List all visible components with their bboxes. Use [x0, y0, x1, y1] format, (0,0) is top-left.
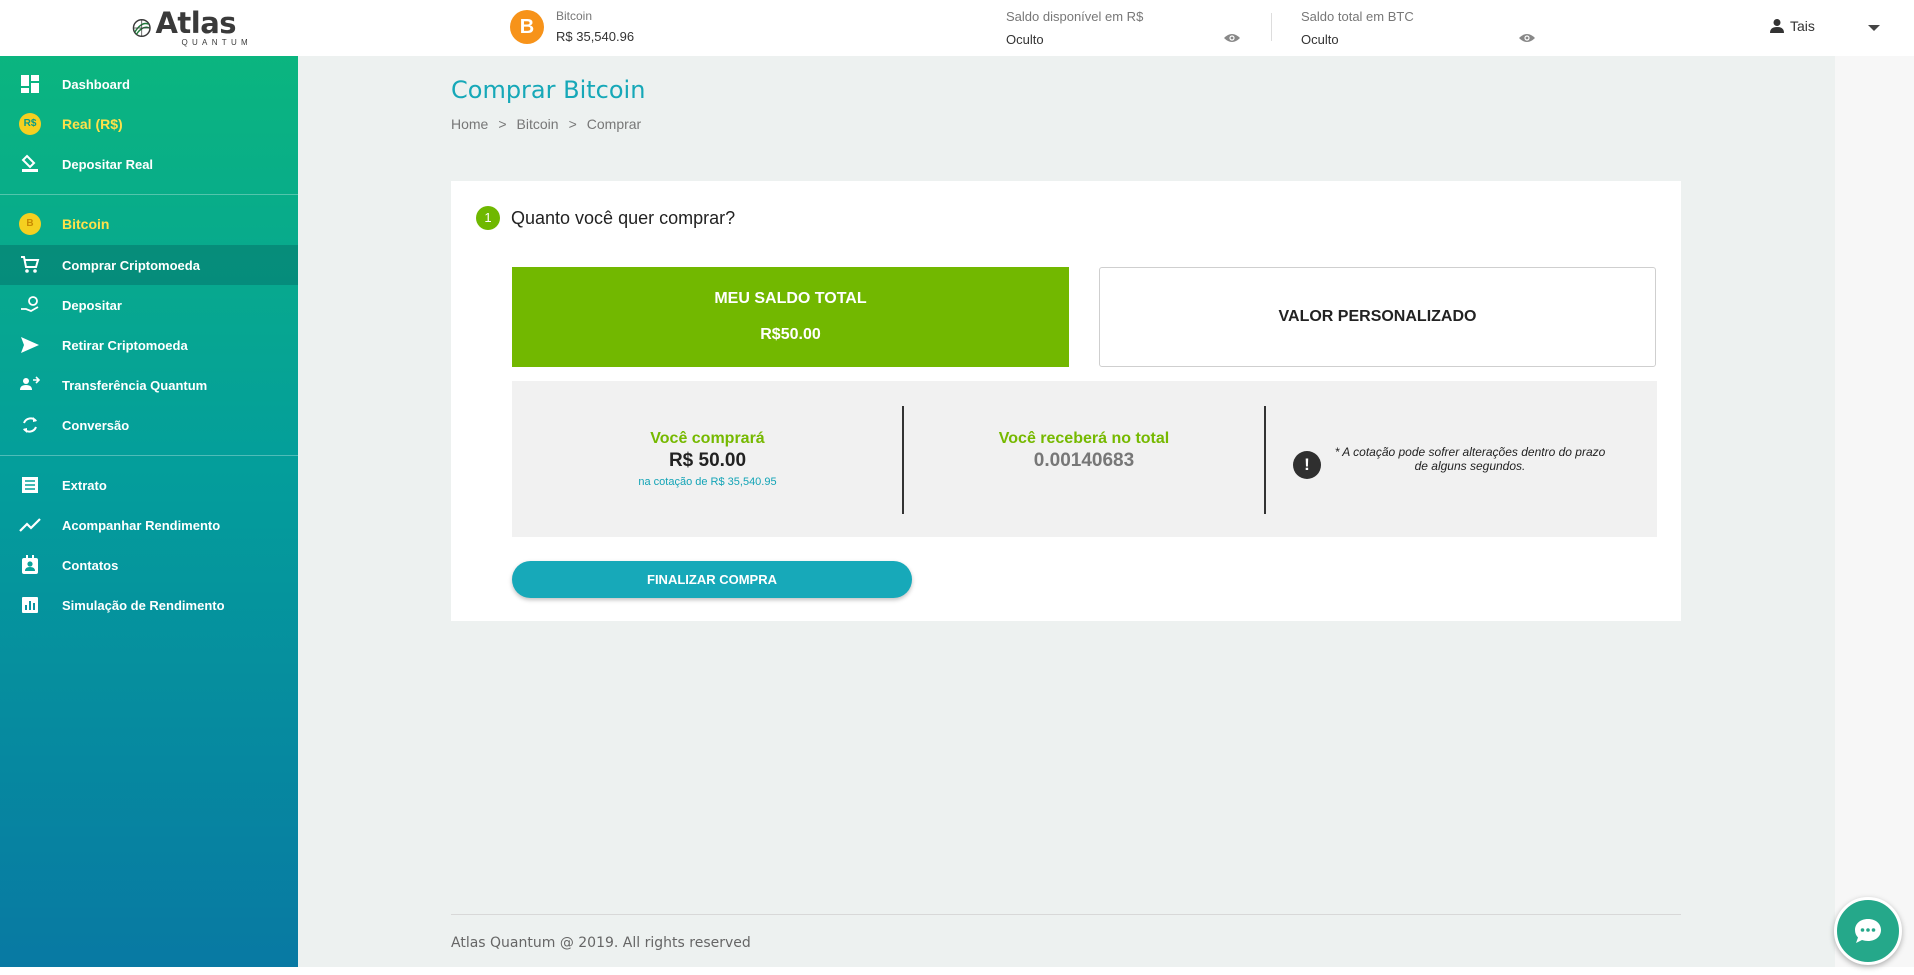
sidebar-item-label: Retirar Criptomoeda	[62, 337, 188, 353]
header-divider	[1271, 13, 1272, 41]
sidebar-item-contatos[interactable]: Contatos	[0, 545, 298, 585]
sidebar-item-label: Extrato	[62, 477, 107, 493]
sidebar-item-label: Real (R$)	[62, 116, 123, 132]
sidebar-item-bitcoin[interactable]: B Bitcoin	[0, 204, 298, 244]
sidebar-item-dashboard[interactable]: Dashboard	[0, 64, 298, 104]
receive-amount-title: Você receberá no total	[998, 430, 1170, 447]
custom-value-title: VALOR PERSONALIZADO	[1278, 308, 1477, 325]
sidebar-item-extrato[interactable]: Extrato	[0, 465, 298, 505]
sidebar-item-acompanhar-rendimento[interactable]: Acompanhar Rendimento	[0, 505, 298, 545]
logo-title: Atlas	[155, 6, 237, 40]
coin-name: Bitcoin	[556, 9, 593, 23]
contacts-icon	[19, 554, 41, 576]
transfer-icon	[19, 374, 41, 396]
sidebar-item-comprar-criptomoeda[interactable]: Comprar Criptomoeda	[0, 245, 298, 285]
atlas-logo[interactable]: Atlas QUANTUM	[132, 6, 252, 50]
quote-disclaimer: * A cotação pode sofrer alterações dentr…	[1334, 445, 1606, 473]
buy-amount-value: R$ 50.00	[668, 450, 747, 471]
sidebar-item-depositar-real[interactable]: Depositar Real	[0, 144, 298, 184]
user-name: Tais	[1790, 18, 1815, 34]
step-number-badge: 1	[476, 206, 500, 230]
statement-icon	[19, 474, 41, 496]
sidebar-item-label: Dashboard	[62, 76, 130, 92]
dashboard-icon	[19, 73, 41, 95]
bitcoin-coin-icon: B	[19, 213, 41, 235]
finalize-purchase-button[interactable]: FINALIZAR COMPRA	[512, 561, 912, 598]
sidebar-item-retirar-criptomoeda[interactable]: Retirar Criptomoeda	[0, 325, 298, 365]
sidebar-item-label: Contatos	[62, 557, 119, 573]
sidebar-item-label: Depositar Real	[62, 156, 154, 172]
chevron-down-icon[interactable]	[1868, 25, 1880, 31]
balance-btc-value: Oculto	[1301, 32, 1339, 47]
breadcrumb-separator: >	[498, 116, 507, 132]
user-icon	[1770, 19, 1784, 33]
sidebar-item-simulacao-rendimento[interactable]: Simulação de Rendimento	[0, 585, 298, 625]
breadcrumb: Home > Bitcoin > Comprar	[451, 116, 641, 132]
top-bar: Atlas QUANTUM B Bitcoin R$ 35,540.96 Sal…	[0, 0, 1914, 56]
breadcrumb-comprar: Comprar	[586, 116, 642, 132]
convert-icon	[19, 414, 41, 436]
total-balance-title: MEU SALDO TOTAL	[714, 290, 867, 307]
warning-icon: !	[1293, 451, 1321, 479]
buy-rate-text: na cotação de R$ 35,540.95	[638, 476, 777, 488]
trend-icon	[19, 514, 41, 536]
receive-amount-value: 0.00140683	[1033, 450, 1135, 471]
real-coin-icon: R$	[19, 113, 41, 135]
balance-btc-label: Saldo total em BTC	[1301, 9, 1414, 24]
sidebar-item-label: Comprar Criptomoeda	[62, 257, 200, 273]
cart-icon	[19, 254, 41, 276]
balance-brl-value: Oculto	[1006, 32, 1044, 47]
globe-leaf-icon	[132, 19, 151, 37]
page-title: Comprar Bitcoin	[451, 76, 646, 104]
sidebar-item-depositar[interactable]: Depositar	[0, 285, 298, 325]
buy-amount-title: Você comprará	[650, 430, 765, 447]
sidebar-item-label: Acompanhar Rendimento	[62, 517, 221, 533]
custom-value-option[interactable]: VALOR PERSONALIZADO	[1099, 267, 1656, 367]
sidebar-divider	[0, 455, 298, 456]
sidebar-divider	[0, 194, 298, 195]
eye-icon[interactable]	[1518, 32, 1536, 44]
sidebar-item-transferencia-quantum[interactable]: Transferência Quantum	[0, 365, 298, 405]
bottom-edge	[0, 967, 1914, 975]
bitcoin-icon: B	[510, 10, 544, 44]
sidebar-item-label: Transferência Quantum	[62, 377, 208, 393]
coin-price: R$ 35,540.96	[556, 29, 635, 44]
breadcrumb-separator: >	[568, 116, 577, 132]
sidebar-item-conversao[interactable]: Conversão	[0, 405, 298, 445]
footer-text: Atlas Quantum @ 2019. All rights reserve…	[451, 935, 751, 951]
breadcrumb-home[interactable]: Home	[451, 116, 488, 132]
eye-icon[interactable]	[1223, 32, 1241, 44]
step-question: Quanto você quer comprar?	[511, 208, 736, 228]
total-balance-value: R$50.00	[760, 326, 821, 343]
chat-bubble-icon	[1855, 919, 1881, 943]
total-balance-option[interactable]: MEU SALDO TOTAL R$50.00	[512, 267, 1069, 367]
sidebar-item-label: Conversão	[62, 417, 130, 433]
summary-divider	[1264, 406, 1266, 514]
balance-brl-label: Saldo disponível em R$	[1006, 9, 1144, 24]
hand-deposit-icon	[19, 294, 41, 316]
sidebar: Dashboard R$ Real (R$) Depositar Real B …	[0, 56, 298, 967]
footer-divider	[451, 914, 1681, 915]
sidebar-item-label: Depositar	[62, 297, 122, 313]
deposit-icon	[19, 153, 41, 175]
right-gutter	[1835, 56, 1914, 967]
user-menu[interactable]: Tais	[1769, 18, 1815, 34]
sidebar-item-real[interactable]: R$ Real (R$)	[0, 104, 298, 144]
send-icon	[19, 334, 41, 356]
sidebar-item-label: Simulação de Rendimento	[62, 597, 225, 613]
sidebar-item-label: Bitcoin	[62, 216, 110, 232]
breadcrumb-bitcoin[interactable]: Bitcoin	[517, 116, 559, 132]
chart-icon	[19, 594, 41, 616]
logo-subtitle: QUANTUM	[181, 38, 252, 47]
chat-button[interactable]	[1834, 897, 1902, 965]
